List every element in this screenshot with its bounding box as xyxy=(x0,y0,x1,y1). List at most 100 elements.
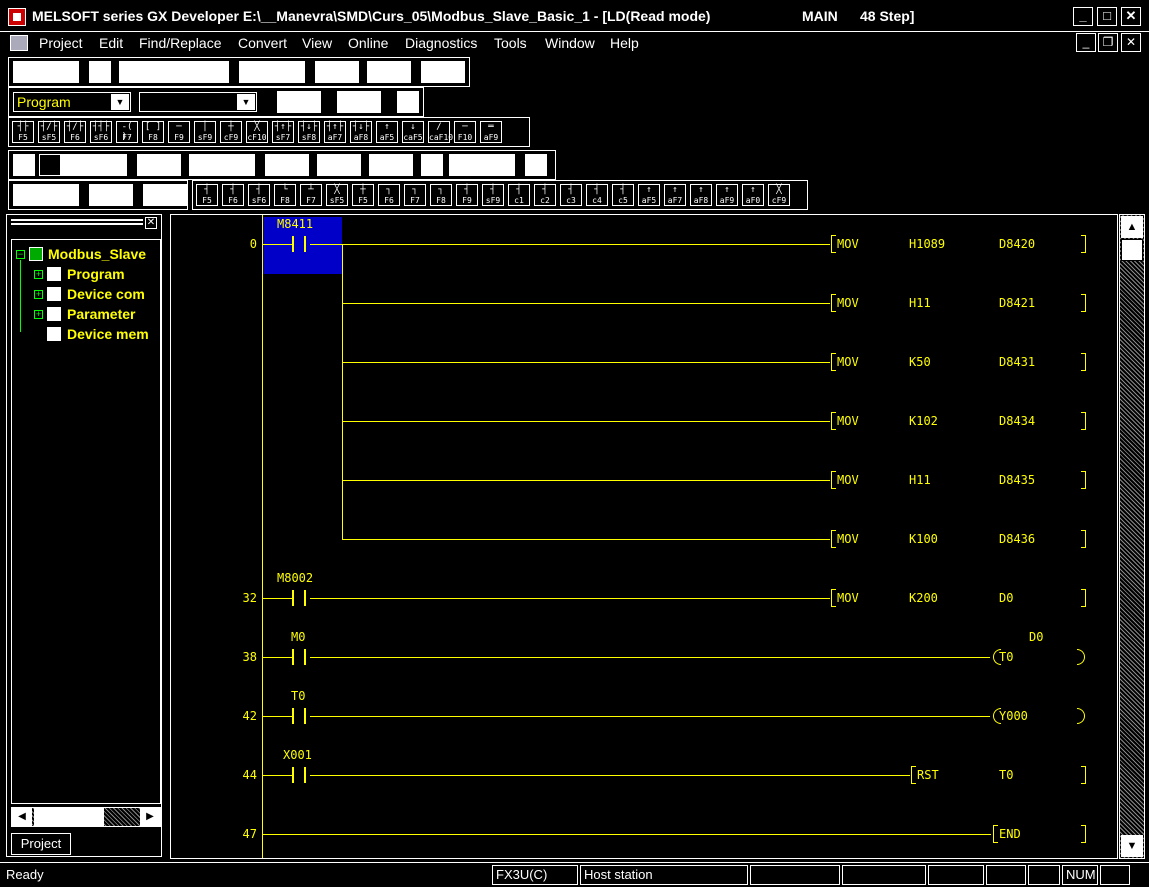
pane-grip[interactable] xyxy=(11,219,143,225)
device-batch-icon[interactable] xyxy=(287,154,309,176)
ladder-symbol-button[interactable]: ┤ F5 xyxy=(196,184,218,206)
chevron-down-icon[interactable]: ▼ xyxy=(237,94,255,110)
tree-item-parameter[interactable]: Parameter xyxy=(67,306,136,322)
instruction-source[interactable]: K200 xyxy=(909,591,938,605)
comment-icon[interactable] xyxy=(337,91,359,113)
sort-asc-icon[interactable] xyxy=(471,154,493,176)
no-contact[interactable] xyxy=(292,590,306,606)
ladder-symbol-button[interactable]: ↑ aF0 xyxy=(742,184,764,206)
list-icon[interactable] xyxy=(277,91,299,113)
document-icon[interactable] xyxy=(10,35,28,51)
menu-online[interactable]: Online xyxy=(348,35,388,51)
statement-edit-icon[interactable] xyxy=(211,154,233,176)
ladder-symbol-button[interactable]: ┤ c3 xyxy=(560,184,582,206)
tree-item-device-comment[interactable]: Device com xyxy=(67,286,145,302)
menu-diagnostics[interactable]: Diagnostics xyxy=(405,35,477,51)
new-icon[interactable] xyxy=(13,61,35,83)
instruction-search-icon[interactable] xyxy=(261,61,283,83)
ladder-symbol-button[interactable]: ┤ c5 xyxy=(612,184,634,206)
instruction-dest[interactable]: D8434 xyxy=(999,414,1035,428)
ladder-symbol-button[interactable]: ┤↓├ sF8 xyxy=(298,121,320,143)
coil-parameter[interactable]: D0 xyxy=(1029,630,1043,644)
expand-icon[interactable]: + xyxy=(34,310,43,319)
instruction-op[interactable]: MOV xyxy=(837,532,859,546)
ladder-symbol-button[interactable]: ┤ sF6 xyxy=(248,184,270,206)
instruction-dest[interactable]: D8421 xyxy=(999,296,1035,310)
mdi-restore-button[interactable]: ❐ xyxy=(1098,33,1118,52)
instruction-source[interactable]: K102 xyxy=(909,414,938,428)
ladder-symbol-button[interactable]: ─ F10 xyxy=(454,121,476,143)
alias-icon[interactable] xyxy=(265,154,287,176)
monitor-stop-icon[interactable] xyxy=(389,61,411,83)
mdi-minimize-button[interactable]: _ xyxy=(1076,33,1096,52)
keyboard-icon[interactable] xyxy=(525,154,547,176)
mdi-close-button[interactable]: ✕ xyxy=(1121,33,1141,52)
ladder-symbol-button[interactable]: ┤├ F5 xyxy=(12,121,34,143)
ladder-symbol-button[interactable]: / caF10 xyxy=(428,121,453,143)
tree-item-program[interactable]: Program xyxy=(67,266,125,282)
ladder-symbol-button[interactable]: ┤ sF9 xyxy=(482,184,504,206)
instruction-op[interactable]: MOV xyxy=(837,355,859,369)
scroll-right-icon[interactable]: ▶ xyxy=(140,808,160,826)
data-name-combo[interactable]: ▼ xyxy=(139,92,257,112)
ladder-symbol-button[interactable]: ┤ F6 xyxy=(222,184,244,206)
ladder-symbol-button[interactable]: ┤ c1 xyxy=(508,184,530,206)
app-icon[interactable] xyxy=(8,8,26,26)
instruction-dest[interactable]: T0 xyxy=(999,768,1013,782)
contact-label[interactable]: M8002 xyxy=(277,571,313,585)
menu-edit[interactable]: Edit xyxy=(99,35,123,51)
sort-icon[interactable] xyxy=(449,154,471,176)
instruction-dest[interactable]: D8431 xyxy=(999,355,1035,369)
no-contact[interactable] xyxy=(292,649,306,665)
sfc-merge-icon[interactable] xyxy=(111,184,133,206)
device-search-icon[interactable] xyxy=(239,61,261,83)
ladder-symbol-button[interactable]: ┤ c4 xyxy=(586,184,608,206)
ladder-symbol-button[interactable]: ╳ sF5 xyxy=(326,184,348,206)
copy-icon[interactable] xyxy=(141,61,163,83)
open-icon[interactable] xyxy=(35,61,57,83)
no-contact[interactable] xyxy=(292,767,306,783)
entry-data-monitor-icon[interactable] xyxy=(443,61,465,83)
scroll-thumb[interactable] xyxy=(1121,239,1143,261)
instruction-op[interactable]: RST xyxy=(917,768,939,782)
list-mode-icon[interactable] xyxy=(39,154,61,176)
instruction-op[interactable]: MOV xyxy=(837,591,859,605)
coil-label[interactable]: T0 xyxy=(999,650,1013,664)
ladder-editor[interactable]: 0 M8411 MOV H1089 D8420 MOV H11 D8421 MO… xyxy=(170,214,1118,859)
monitor-mode-icon[interactable] xyxy=(137,154,159,176)
ladder-symbol-button[interactable]: ┤ c2 xyxy=(534,184,556,206)
ladder-symbol-button[interactable]: ┤↓├ aF8 xyxy=(350,121,372,143)
instruction-dest[interactable]: D8436 xyxy=(999,532,1035,546)
menu-view[interactable]: View xyxy=(302,35,332,51)
instruction-op[interactable]: MOV xyxy=(837,473,859,487)
ok-icon[interactable] xyxy=(421,154,443,176)
collapse-icon[interactable]: − xyxy=(16,250,25,259)
menu-window[interactable]: Window xyxy=(545,35,595,51)
step-search-icon[interactable] xyxy=(283,61,305,83)
write-plc-icon[interactable] xyxy=(315,61,337,83)
instruction-source[interactable]: H11 xyxy=(909,296,931,310)
note-icon[interactable] xyxy=(397,91,419,113)
ladder-symbol-button[interactable]: [ ] F8 xyxy=(142,121,164,143)
paste-icon[interactable] xyxy=(163,61,185,83)
scroll-left-icon[interactable]: ◀ xyxy=(12,808,32,826)
window-cascade-icon[interactable] xyxy=(391,154,413,176)
menu-find-replace[interactable]: Find/Replace xyxy=(139,35,222,51)
sfc-block-icon[interactable] xyxy=(143,184,165,206)
no-contact[interactable] xyxy=(292,708,306,724)
contact-label[interactable]: M0 xyxy=(291,630,305,644)
zoom-icon[interactable] xyxy=(317,154,339,176)
ladder-symbol-button[interactable]: ┤/├ sF5 xyxy=(38,121,60,143)
ladder-symbol-button[interactable]: ┤┤├ sF6 xyxy=(90,121,112,143)
instruction-op[interactable]: MOV xyxy=(837,296,859,310)
ladder-symbol-button[interactable]: ┤ F9 xyxy=(456,184,478,206)
read-mode-icon[interactable] xyxy=(83,154,105,176)
ladder-symbol-button[interactable]: │ sF9 xyxy=(194,121,216,143)
data-type-combo[interactable]: Program ▼ xyxy=(13,92,131,112)
sfc-step-icon[interactable] xyxy=(13,184,35,206)
ladder-symbol-button[interactable]: ┐ F7 xyxy=(404,184,426,206)
sfc-transition-icon[interactable] xyxy=(35,184,57,206)
tree-item-device-memory[interactable]: Device mem xyxy=(67,326,149,342)
comment-edit-icon[interactable] xyxy=(189,154,211,176)
ladder-view-icon[interactable] xyxy=(299,91,321,113)
